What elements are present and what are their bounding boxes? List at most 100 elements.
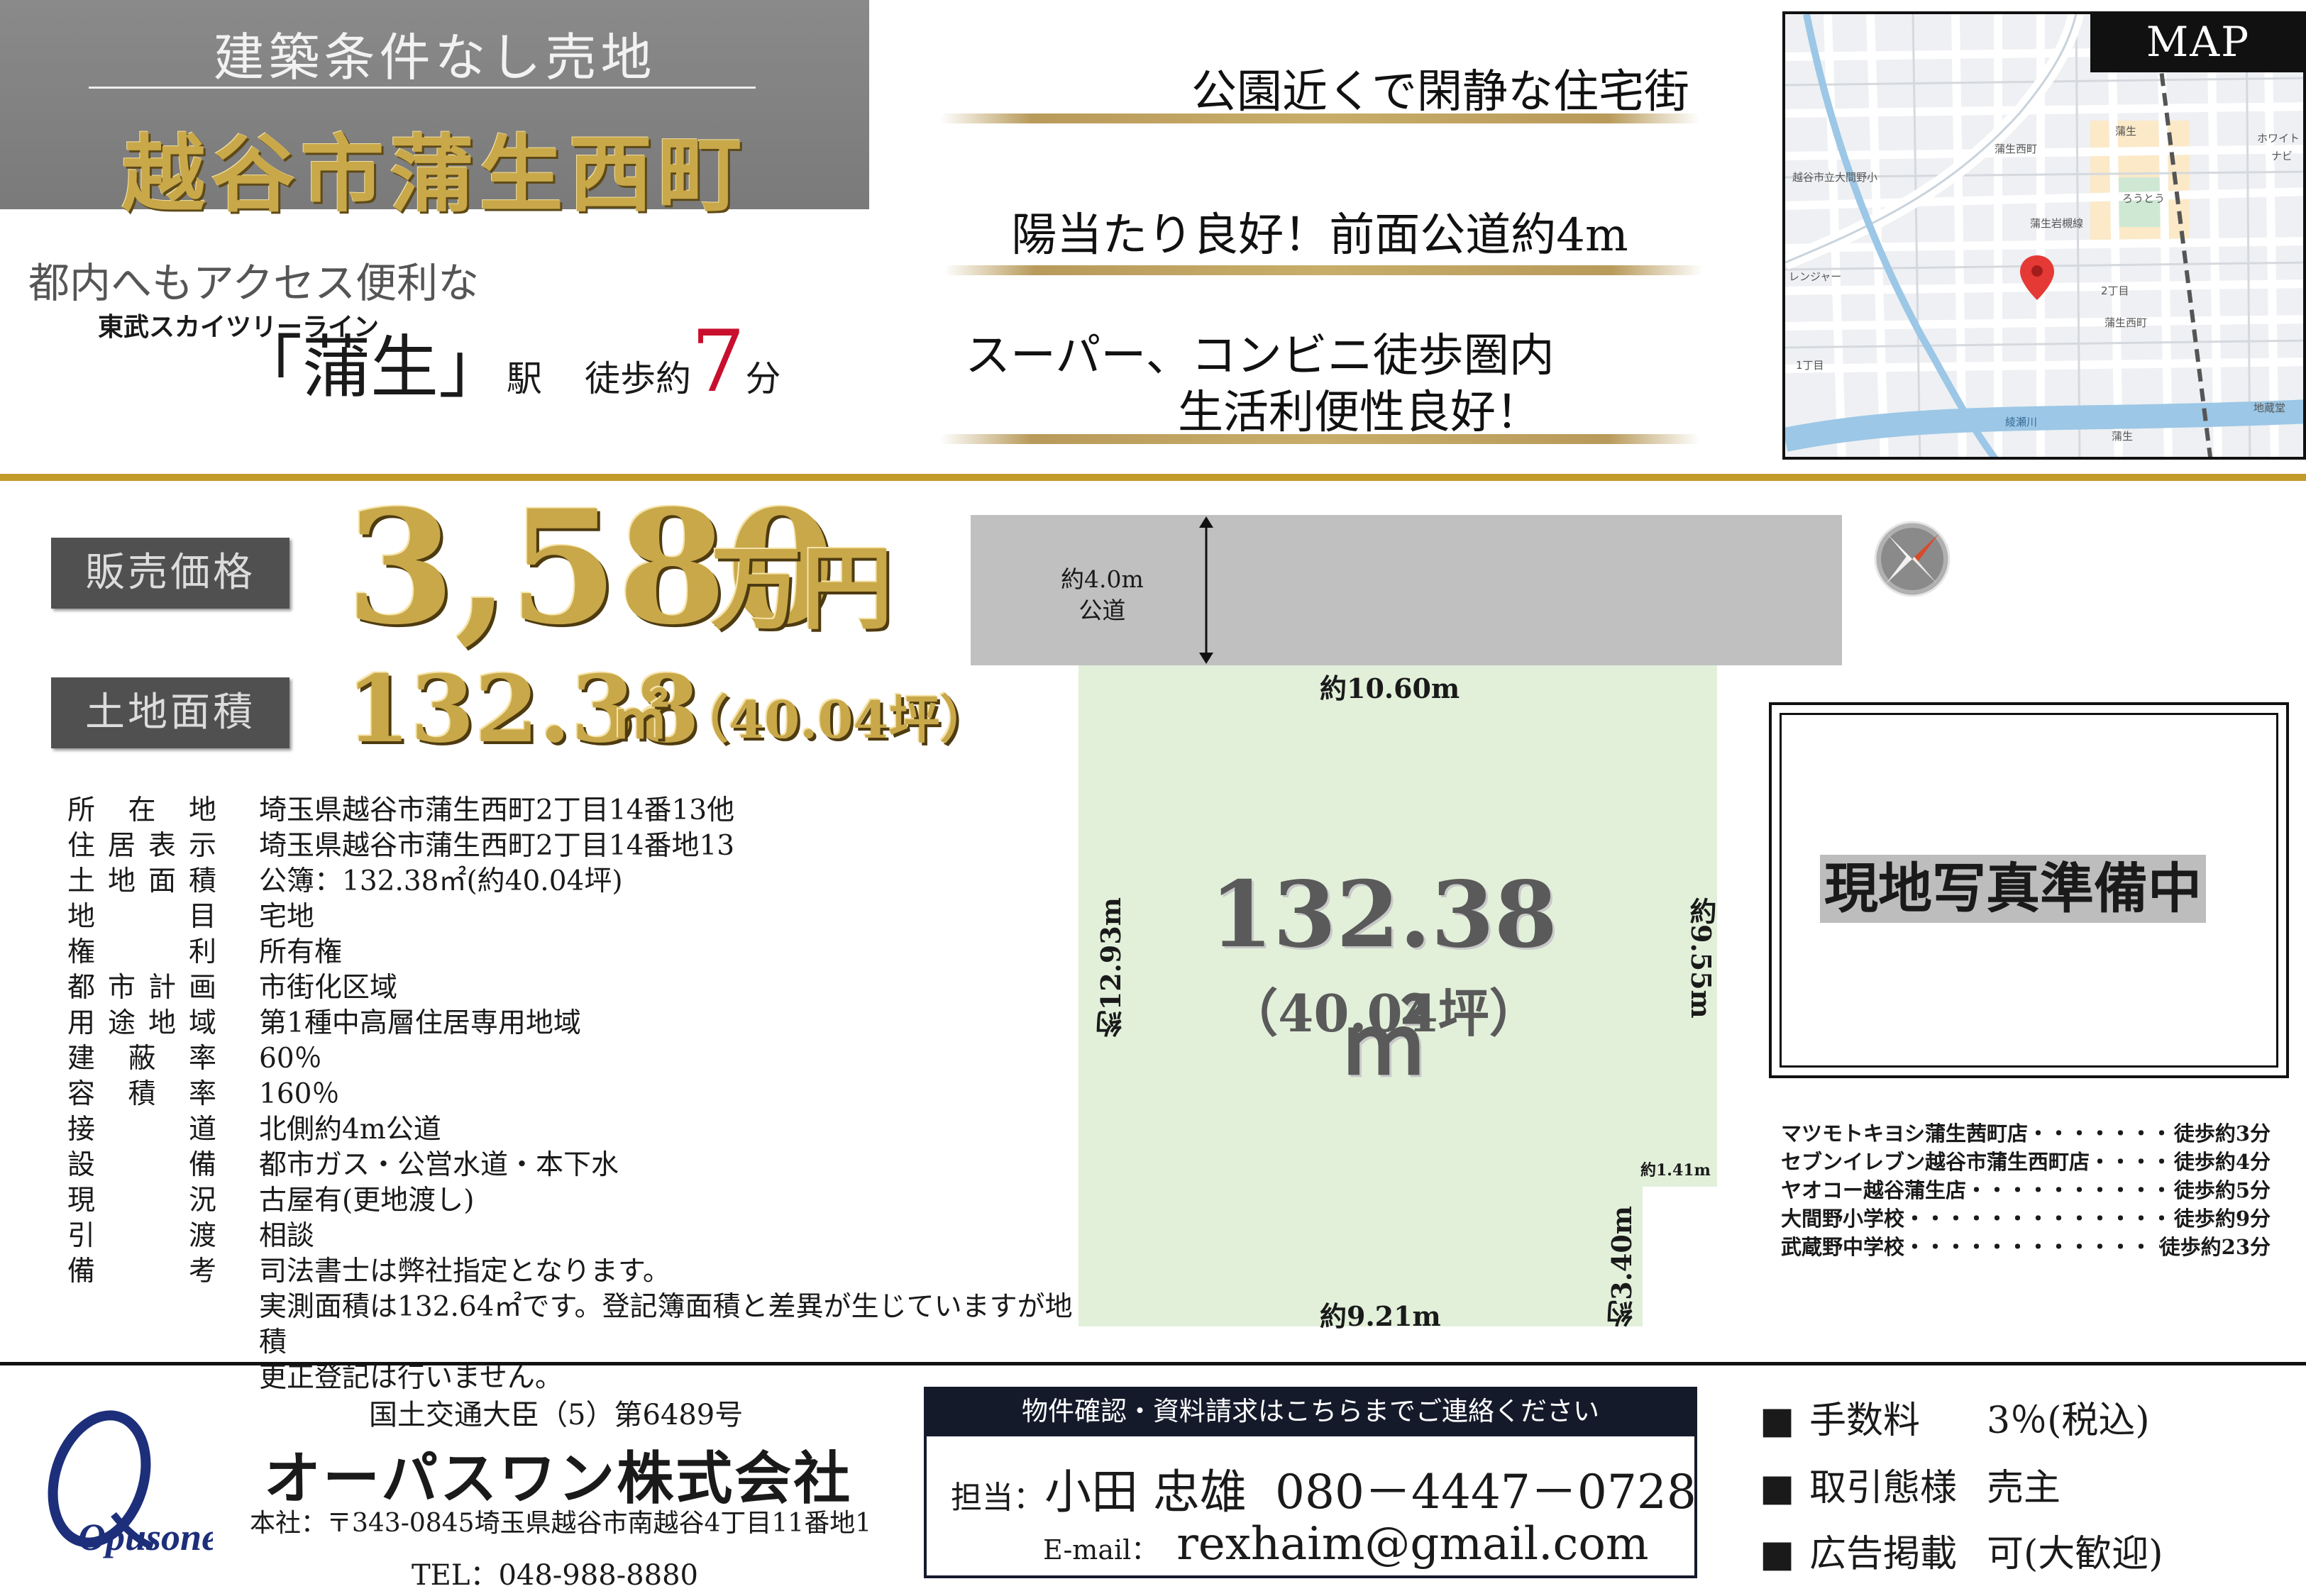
detail-key: 地目	[67, 901, 216, 933]
dim-bottom: 約9.21m	[1320, 1300, 1441, 1332]
svg-text:ろうとう: ろうとう	[2122, 192, 2165, 205]
detail-row: 設備 都市ガス・公営水道・本下水	[67, 1148, 1082, 1183]
svg-text:越谷市立大間野小: 越谷市立大間野小	[1792, 171, 1877, 184]
dim-right: 約9.55m	[1685, 897, 1717, 1019]
detail-row: 地目 宅地	[67, 899, 1082, 935]
svg-text:蒲生西町: 蒲生西町	[2104, 316, 2147, 329]
detail-value: 市街化区域	[259, 972, 398, 1004]
person-phone[interactable]: 080－4447－0728	[1275, 1465, 1697, 1519]
station-suffix: 駅	[507, 358, 542, 399]
nearby-item: ヤオコー越谷蒲生店 徒歩約5分	[1781, 1176, 2271, 1204]
svg-text:蒲生: 蒲生	[2115, 125, 2136, 138]
svg-text:蒲生岩槻線: 蒲生岩槻線	[2030, 217, 2083, 230]
map-label: MAP	[2090, 11, 2306, 72]
nearby-walk: 徒歩約23分	[2159, 1235, 2271, 1259]
detail-key: 建蔽率	[67, 1043, 216, 1075]
square-bullet-icon: ■	[1760, 1533, 1795, 1575]
road-width: 約4.0m	[1061, 565, 1144, 593]
detail-value: 宅地	[259, 901, 315, 933]
nearby-walk: 徒歩約3分	[2173, 1121, 2271, 1146]
detail-row: 備考 司法書士は弊社指定となります。	[67, 1254, 1082, 1290]
road-label: 約4.0m 公道	[1061, 564, 1144, 626]
detail-key: 都市計画	[67, 972, 216, 1004]
detail-key: 備考	[67, 1256, 216, 1287]
license-number: 国土交通大臣（5）第6489号	[369, 1399, 744, 1431]
road-width-arrow	[1199, 516, 1213, 664]
dim-top: 約10.60m	[1320, 672, 1460, 704]
property-details: 所在地 埼玉県越谷市蒲生西町2丁目14番13他 住居表示 埼玉県越谷市蒲生西町2丁目1…	[67, 793, 1082, 1396]
company-tel[interactable]: TEL：048-988-8880	[412, 1552, 698, 1593]
svg-text:ナビ: ナビ	[2271, 150, 2293, 162]
detail-value: 古屋有(更地渡し)	[259, 1185, 475, 1217]
detail-value: 160％	[259, 1078, 340, 1110]
term-transaction: ■ 取引態様 売主	[1760, 1467, 2061, 1509]
svg-text:蒲生: 蒲生	[2112, 430, 2133, 443]
detail-row: 建蔽率 60％	[67, 1041, 1082, 1077]
feature-underline	[940, 113, 1699, 123]
nearby-walk: 徒歩約9分	[2173, 1207, 2271, 1231]
detail-value: 埼玉県越谷市蒲生西町2丁目14番地13	[259, 830, 735, 862]
detail-value: 公簿：132.38㎡(約40.04坪)	[259, 865, 623, 897]
email-address[interactable]: rexhaim@gmail.com	[1176, 1518, 1648, 1570]
contact-header: 物件確認・資料請求はこちらまでご連絡ください	[924, 1387, 1697, 1436]
detail-value: 第1種中高層住居専用地域	[259, 1007, 581, 1039]
nearby-name: ヤオコー越谷蒲生店	[1781, 1178, 1967, 1202]
detail-row: 所在地 埼玉県越谷市蒲生西町2丁目14番13他	[67, 793, 1082, 829]
area-tsubo: （40.04坪）	[678, 689, 991, 750]
detail-key: 住居表示	[67, 830, 216, 862]
detail-value: 北側約4m公道	[259, 1114, 441, 1146]
banner-divider	[89, 87, 756, 89]
leader-dots	[1904, 1204, 2174, 1233]
detail-row: 都市計画 市街化区域	[67, 970, 1082, 1006]
nearby-item: マツモトキヨシ蒲生茜町店 徒歩約3分	[1781, 1119, 2271, 1148]
detail-row: 用途地域 第1種中高層住居専用地域	[67, 1006, 1082, 1041]
detail-row: 土地面積 公簿：132.38㎡(約40.04坪)	[67, 864, 1082, 899]
dim-notch-top: 約1.41m	[1640, 1161, 1711, 1180]
nearby-walk: 徒歩約5分	[2173, 1178, 2271, 1202]
nearby-walk: 徒歩約4分	[2173, 1150, 2271, 1174]
detail-row: 権利 所有権	[67, 935, 1082, 970]
svg-text:ホワイト: ホワイト	[2257, 132, 2300, 145]
detail-row: 現況 古屋有(更地渡し)	[67, 1183, 1082, 1219]
term-fee: ■ 手数料 3％(税込)	[1760, 1400, 2150, 1442]
detail-value: 60％	[259, 1043, 322, 1075]
person-label: 担当：	[951, 1480, 1044, 1516]
company-address: 本社：〒343-0845埼玉県越谷市南越谷4丁目11番地1	[250, 1509, 872, 1538]
nearby-list: マツモトキヨシ蒲生茜町店 徒歩約3分セブンイレブン越谷市蒲生西町店 徒歩約4分ヤオコ…	[1781, 1119, 2271, 1261]
svg-text:レンジャー: レンジャー	[1789, 270, 1841, 283]
nearby-item: 武蔵野中学校 徒歩約23分	[1781, 1233, 2271, 1261]
photo-placeholder: 現地写真準備中	[1820, 855, 2206, 923]
detail-key	[67, 1290, 216, 1361]
svg-text:綾瀬川: 綾瀬川	[2005, 416, 2037, 428]
detail-key: 設備	[67, 1149, 216, 1181]
area-unit: ㎡	[612, 685, 668, 751]
detail-key: 用途地域	[67, 1007, 216, 1039]
feature-3: スーパー、コンビニ徒歩圏内	[965, 330, 1555, 382]
detail-key: 土地面積	[67, 865, 216, 897]
map-graphic: 蒲生 蒲生西町 越谷市立大間野小 蒲生岩槻線 ホワイト ナビ ろうとう 2丁目 …	[1785, 14, 2303, 457]
detail-row: 住居表示 埼玉県越谷市蒲生西町2丁目14番地13	[67, 829, 1082, 864]
lot-tsubo: （40.04坪）	[1227, 983, 1540, 1043]
feature-2: 陽当たり良好！前面公道約4m	[1011, 209, 1628, 262]
page-title: 越谷市蒲生西町	[121, 125, 748, 223]
minute-unit: 分	[745, 358, 781, 399]
walk-minutes: 7	[691, 313, 746, 411]
footer-divider	[0, 1362, 2306, 1365]
nearby-name: 武蔵野中学校	[1781, 1235, 1905, 1259]
station-name: 「蒲生」	[234, 328, 507, 407]
dim-left: 約12.93m	[1095, 897, 1127, 1038]
detail-key: 現況	[67, 1185, 216, 1217]
company-logo: Opusone	[28, 1408, 219, 1567]
area-map[interactable]: 蒲生 蒲生西町 越谷市立大間野小 蒲生岩槻線 ホワイト ナビ ろうとう 2丁目 …	[1782, 11, 2306, 460]
detail-key: 権利	[67, 936, 216, 968]
nearby-name: 大間野小学校	[1781, 1207, 1905, 1231]
detail-key	[67, 1361, 216, 1396]
detail-value: 所有権	[259, 936, 343, 968]
leader-dots	[2028, 1119, 2174, 1148]
compass-icon	[1873, 520, 1951, 601]
person-name: 小田 忠雄	[1044, 1465, 1247, 1519]
contact-email: E-mail： rexhaim@gmail.com	[1043, 1518, 1649, 1570]
square-bullet-icon: ■	[1760, 1467, 1795, 1509]
detail-value: 実測面積は132.64㎡です。登記簿面積と差異が生じていますが地積	[259, 1291, 1073, 1358]
term-advertising: ■ 広告掲載 可(大歓迎)	[1760, 1533, 2163, 1575]
